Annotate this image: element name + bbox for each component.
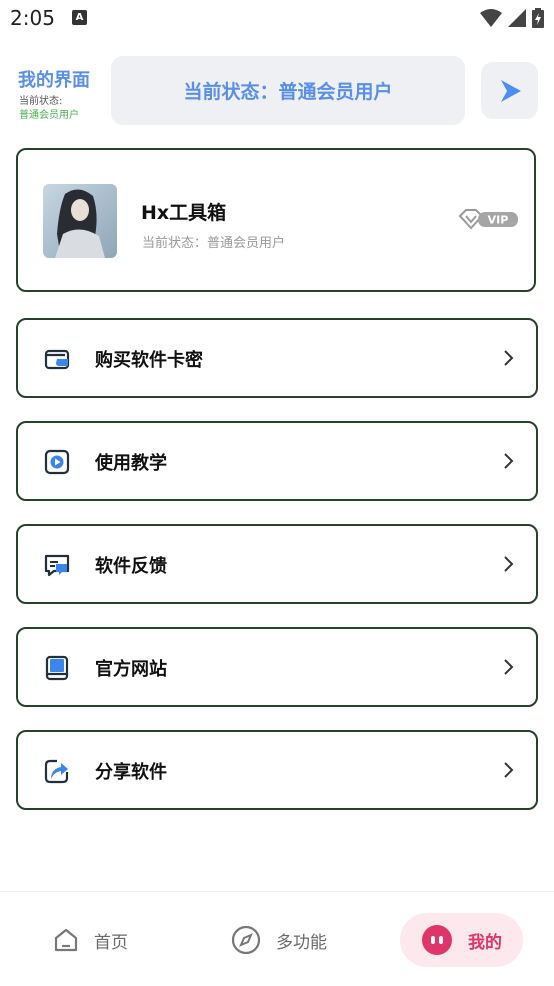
vip-badge-icon: VIP xyxy=(458,209,518,230)
header: 我的界面 当前状态: 普通会员用户 当前状态：普通会员用户 xyxy=(0,56,554,126)
nav-home[interactable]: 首页 xyxy=(52,913,128,967)
status-pill: 当前状态：普通会员用户 xyxy=(111,56,465,125)
signal-icon xyxy=(508,9,526,27)
nav-multi[interactable]: 多功能 xyxy=(230,913,327,967)
book-icon xyxy=(45,655,69,681)
feedback-icon xyxy=(44,554,70,577)
wifi-icon xyxy=(480,9,502,27)
status-bar: 2:05 A xyxy=(0,0,554,40)
menu-item-tutorial[interactable]: 使用教学 xyxy=(16,421,538,501)
battery-icon xyxy=(532,8,544,28)
chevron-right-icon xyxy=(504,556,514,572)
nav-mine-label: 我的 xyxy=(468,932,502,953)
page-title: 我的界面 xyxy=(18,70,90,91)
menu-label: 官方网站 xyxy=(95,659,167,680)
profile-name: Hx工具箱 xyxy=(141,202,227,224)
chevron-right-icon xyxy=(504,762,514,778)
compass-icon xyxy=(231,925,261,955)
play-button[interactable] xyxy=(481,62,538,119)
wallet-icon xyxy=(44,349,70,370)
video-icon xyxy=(44,449,70,475)
notification-a-icon: A xyxy=(72,10,87,25)
status-time: 2:05 xyxy=(10,6,55,30)
nav-multi-label: 多功能 xyxy=(276,932,327,953)
profile-card[interactable]: Hx工具箱 当前状态：普通会员用户 VIP xyxy=(16,148,536,292)
menu-item-feedback[interactable]: 软件反馈 xyxy=(16,524,538,604)
chevron-right-icon xyxy=(504,350,514,366)
status-pill-text: 当前状态：普通会员用户 xyxy=(183,81,393,103)
home-icon xyxy=(54,928,78,952)
status-icons xyxy=(480,8,544,28)
menu-label: 软件反馈 xyxy=(95,556,167,577)
menu-item-buy-key[interactable]: 购买软件卡密 xyxy=(16,318,538,398)
bottom-nav: 首页 多功能 我的 xyxy=(0,892,554,986)
menu-label: 分享软件 xyxy=(95,762,167,783)
nav-mine[interactable]: 我的 xyxy=(400,913,523,967)
menu-label: 使用教学 xyxy=(95,453,167,474)
share-icon xyxy=(44,759,69,784)
menu-item-share[interactable]: 分享软件 xyxy=(16,730,538,810)
header-status-value: 普通会员用户 xyxy=(19,110,79,121)
nav-home-label: 首页 xyxy=(94,932,128,953)
profile-status: 当前状态：普通会员用户 xyxy=(142,236,286,251)
menu-label: 购买软件卡密 xyxy=(95,350,203,371)
avatar xyxy=(43,184,117,258)
chevron-right-icon xyxy=(504,659,514,675)
chevron-right-icon xyxy=(504,453,514,469)
mine-face-icon xyxy=(422,925,452,955)
play-icon xyxy=(500,79,521,102)
header-status-label: 当前状态: xyxy=(19,96,63,107)
vip-text: VIP xyxy=(488,214,509,227)
menu-item-website[interactable]: 官方网站 xyxy=(16,627,538,707)
